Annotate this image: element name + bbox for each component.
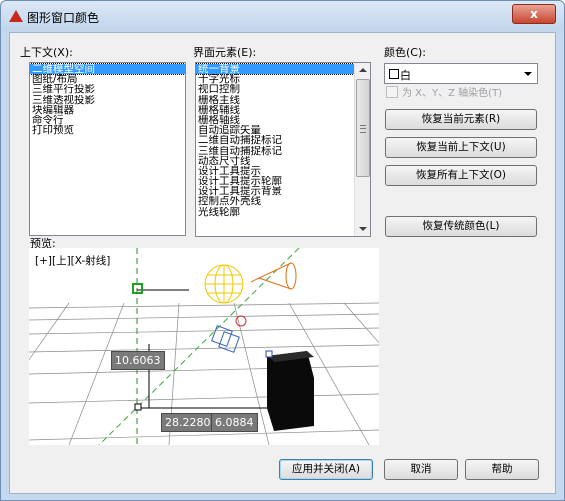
grip-icon bbox=[360, 125, 366, 133]
list-item[interactable]: 二维自动捕捉标记 bbox=[196, 135, 354, 145]
list-item[interactable]: 三维自动捕捉标记 bbox=[196, 146, 354, 156]
list-item[interactable]: 命令行 bbox=[30, 115, 185, 125]
context-listbox[interactable]: 二维模型空间 图纸/布局 三维平行投影 三维透视投影 块编辑器 命令行 打印预览 bbox=[29, 62, 186, 236]
list-item[interactable]: 控制点外壳线 bbox=[196, 196, 354, 206]
tint-axes-checkbox[interactable]: 为 X、Y、Z 轴染色(T) bbox=[386, 84, 502, 99]
list-item[interactable]: 视口控制 bbox=[196, 84, 354, 94]
list-item[interactable]: 设计工具提示 bbox=[196, 166, 354, 176]
list-item[interactable]: 动态尺寸线 bbox=[196, 156, 354, 166]
help-button[interactable]: 帮助 bbox=[465, 459, 539, 480]
list-item[interactable]: 栅格轴线 bbox=[196, 115, 354, 125]
list-item[interactable]: 二维模型空间 bbox=[30, 63, 185, 76]
list-item[interactable]: 三维平行投影 bbox=[30, 84, 185, 94]
viewport-label[interactable]: [+][上][X-射线] bbox=[35, 253, 110, 268]
dialog-window: 图形窗口颜色 x 上下文(X): 二维模型空间 图纸/布局 三维平行投影 三维透视投影… bbox=[0, 0, 565, 501]
color-selected-value: 白 bbox=[400, 69, 411, 82]
close-button[interactable]: x bbox=[512, 4, 556, 24]
list-item[interactable]: 设计工具提示轮廓 bbox=[196, 176, 354, 186]
apply-and-close-button[interactable]: 应用并关闭(A) bbox=[279, 459, 373, 480]
cancel-button[interactable]: 取消 bbox=[384, 459, 458, 480]
list-item[interactable]: 光线轮廓 bbox=[196, 207, 354, 217]
list-item[interactable]: 栅格主线 bbox=[196, 95, 354, 105]
list-item[interactable]: 十字光标 bbox=[196, 74, 354, 84]
restore-classic-colors-button[interactable]: 恢复传统颜色(L) bbox=[385, 216, 537, 237]
color-dropdown[interactable]: 白 bbox=[384, 63, 538, 84]
tint-axes-label: 为 X、Y、Z 轴染色(T) bbox=[402, 88, 503, 99]
list-item[interactable]: 统一背景 bbox=[196, 63, 355, 76]
dialog-body: 上下文(X): 二维模型空间 图纸/布局 三维平行投影 三维透视投影 块编辑器 命令行 打印… bbox=[9, 32, 556, 494]
dimension-vertical: 10.6063 bbox=[111, 351, 165, 370]
dialog-title: 图形窗口颜色 bbox=[27, 11, 100, 25]
dimension-horizontal-1: 28.2280 bbox=[161, 413, 215, 432]
restore-current-context-button[interactable]: 恢复当前上下文(U) bbox=[385, 137, 537, 158]
list-item[interactable]: 自动追踪矢量 bbox=[196, 125, 354, 135]
color-label: 颜色(C): bbox=[384, 46, 426, 59]
chevron-down-icon bbox=[524, 72, 532, 76]
list-item[interactable]: 图纸/布局 bbox=[30, 74, 185, 84]
restore-current-element-button[interactable]: 恢复当前元素(R) bbox=[385, 109, 537, 130]
element-list-scrollbar[interactable] bbox=[354, 63, 370, 236]
context-label: 上下文(X): bbox=[20, 46, 73, 59]
scroll-down-icon[interactable] bbox=[359, 227, 367, 231]
list-item[interactable]: 三维透视投影 bbox=[30, 95, 185, 105]
scroll-thumb[interactable] bbox=[356, 79, 370, 177]
restore-all-contexts-button[interactable]: 恢复所有上下文(O) bbox=[385, 165, 537, 186]
dimension-horizontal-2: 6.0884 bbox=[211, 413, 258, 432]
list-item[interactable]: 打印预览 bbox=[30, 125, 185, 135]
scroll-up-icon[interactable] bbox=[359, 68, 367, 72]
interface-element-label: 界面元素(E): bbox=[193, 46, 257, 59]
interface-element-listbox[interactable]: 统一背景 十字光标 视口控制 栅格主线 栅格辅线 栅格轴线 自动追踪矢量 二维自动捕捉标记 三维… bbox=[195, 62, 371, 237]
list-item[interactable]: 设计工具提示背景 bbox=[196, 186, 354, 196]
checkbox-icon[interactable] bbox=[386, 86, 398, 98]
elements-items: 统一背景 十字光标 视口控制 栅格主线 栅格辅线 栅格轴线 自动追踪矢量 二维自动捕捉标记 三维… bbox=[196, 63, 355, 217]
title-bar[interactable]: 图形窗口颜色 x bbox=[1, 1, 564, 31]
autocad-logo-icon bbox=[9, 10, 23, 22]
list-item[interactable]: 栅格辅线 bbox=[196, 105, 354, 115]
list-item[interactable]: 块编辑器 bbox=[30, 105, 185, 115]
color-swatch bbox=[389, 69, 399, 79]
preview-viewport: [+][上][X-射线] 10.6063 28.2280 6.0884 bbox=[29, 248, 379, 445]
context-items: 二维模型空间 图纸/布局 三维平行投影 三维透视投影 块编辑器 命令行 打印预览 bbox=[30, 63, 185, 135]
